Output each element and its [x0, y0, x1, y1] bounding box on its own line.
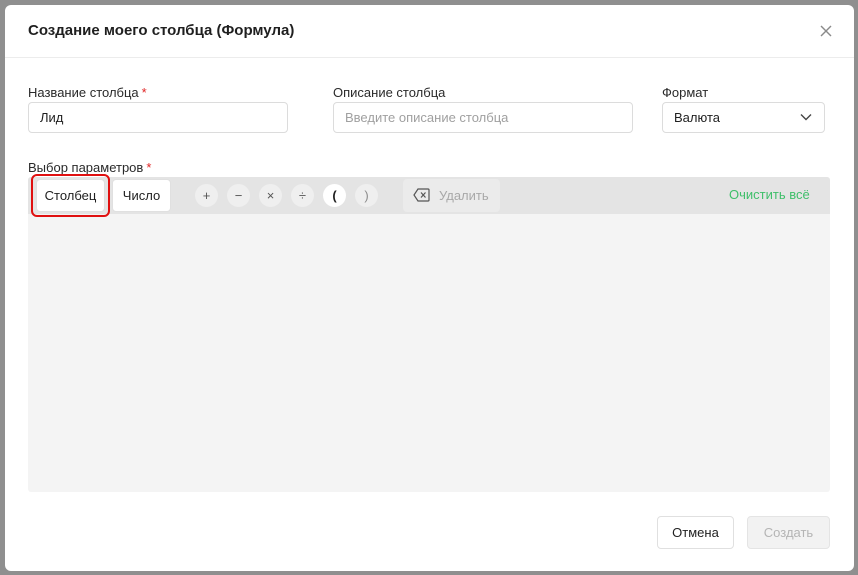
- multiply-symbol: ×: [266, 188, 275, 203]
- minus-operator[interactable]: −: [227, 184, 250, 207]
- column-name-label: Название столбца *: [28, 85, 147, 100]
- create-column-modal: Создание моего столбца (Формула) Названи…: [5, 5, 854, 571]
- format-select[interactable]: Валюта: [662, 102, 825, 133]
- plus-operator[interactable]: +: [195, 184, 218, 207]
- format-selected-value: Валюта: [674, 110, 720, 125]
- close-icon[interactable]: [817, 22, 835, 40]
- create-button[interactable]: Создать: [747, 516, 830, 549]
- cancel-button[interactable]: Отмена: [657, 516, 734, 549]
- formula-editor[interactable]: Столбец Число + − × ÷ ( ) Удалить Очисти…: [28, 174, 830, 492]
- open-paren-symbol: (: [332, 188, 337, 203]
- column-description-label: Описание столбца: [333, 85, 446, 100]
- delete-label: Удалить: [439, 188, 489, 203]
- divide-symbol: ÷: [298, 188, 307, 203]
- clear-all-link[interactable]: Очистить всё: [729, 187, 810, 202]
- number-button[interactable]: Число: [112, 179, 171, 212]
- parameters-label: Выбор параметров *: [28, 160, 151, 175]
- modal-header: Создание моего столбца (Формула): [5, 5, 854, 58]
- column-name-label-text: Название столбца: [28, 85, 139, 100]
- modal-title: Создание моего столбца (Формула): [28, 22, 295, 39]
- backspace-icon: [413, 188, 430, 202]
- column-description-input[interactable]: [333, 102, 633, 133]
- plus-symbol: +: [202, 188, 211, 203]
- close-paren-symbol: ): [364, 188, 369, 203]
- chevron-down-icon: [800, 114, 812, 121]
- open-paren-operator[interactable]: (: [323, 184, 346, 207]
- divide-operator[interactable]: ÷: [291, 184, 314, 207]
- close-paren-operator[interactable]: ): [355, 184, 378, 207]
- delete-button[interactable]: Удалить: [403, 179, 500, 212]
- parameters-label-text: Выбор параметров: [28, 160, 144, 175]
- formula-toolbar: Столбец Число + − × ÷ ( ) Удалить Очисти…: [28, 174, 830, 217]
- minus-symbol: −: [234, 188, 243, 203]
- format-label: Формат: [662, 85, 709, 100]
- column-button[interactable]: Столбец: [36, 179, 105, 212]
- required-mark: *: [146, 160, 152, 175]
- required-mark: *: [141, 85, 147, 100]
- column-name-input[interactable]: [28, 102, 288, 133]
- multiply-operator[interactable]: ×: [259, 184, 282, 207]
